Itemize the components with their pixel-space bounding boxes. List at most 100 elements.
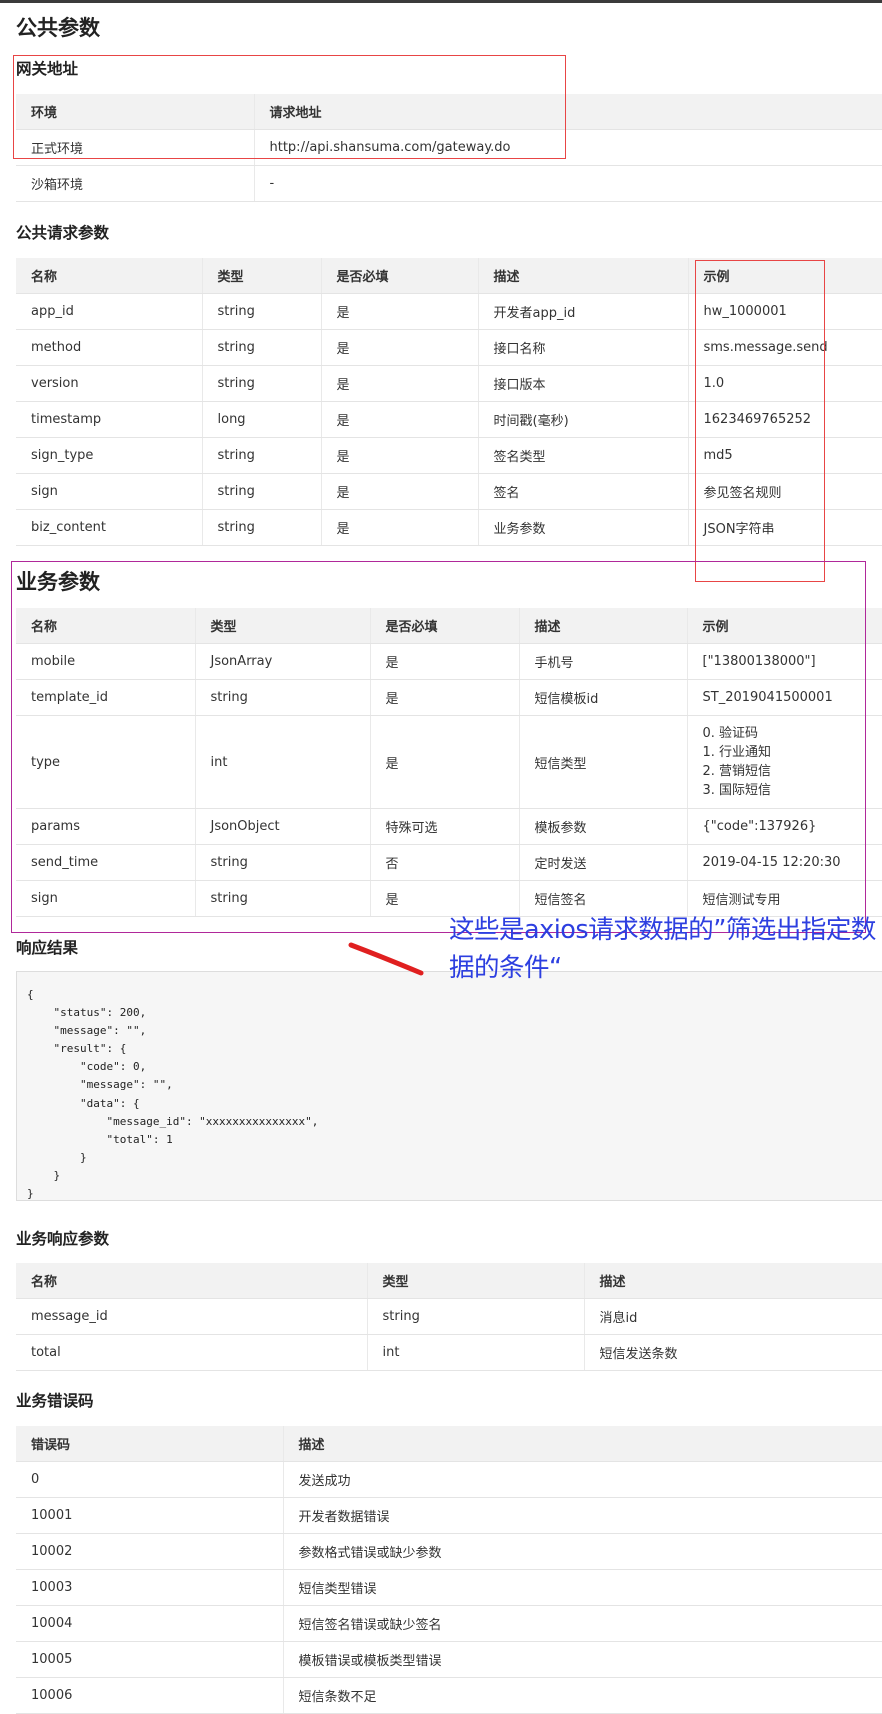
table-header-row: 错误码 描述 [16,1426,882,1462]
code-cell: 10003 [16,1570,283,1606]
biz-response-title: 业务响应参数 [16,1227,109,1249]
table-row: versionstring是接口版本1.0 [16,366,882,402]
name-cell: app_id [16,294,202,330]
table-row: timestamplong是时间戳(毫秒)1623469765252 [16,402,882,438]
col-header: 类型 [195,608,370,644]
type-cell: JsonObject [195,809,370,845]
response-title: 响应结果 [16,936,78,958]
col-header: 类型 [202,258,321,294]
table-row: signstring是签名参见签名规则 [16,474,882,510]
required-cell: 是 [370,680,519,716]
public-request-title: 公共请求参数 [16,221,109,243]
desc-cell: 时间戳(毫秒) [478,402,688,438]
col-header: 是否必填 [321,258,478,294]
name-cell: sign [16,881,195,917]
col-header: 示例 [688,258,882,294]
table-header-row: 名称 类型 是否必填 描述 示例 [16,608,882,644]
table-row: 10002参数格式错误或缺少参数 [16,1534,882,1570]
table-row: biz_contentstring是业务参数JSON字符串 [16,510,882,546]
code-cell: 10005 [16,1642,283,1678]
type-cell: string [195,845,370,881]
col-header: 名称 [16,1263,367,1299]
desc-cell: 模板参数 [519,809,687,845]
required-cell: 是 [321,474,478,510]
table-row: template_idstring是短信模板idST_2019041500001 [16,680,882,716]
code-cell: 10006 [16,1678,283,1714]
name-cell: method [16,330,202,366]
type-cell: string [202,438,321,474]
name-cell: biz_content [16,510,202,546]
table-row: app_idstring是开发者app_idhw_1000001 [16,294,882,330]
example-cell: 1623469765252 [688,402,882,438]
desc-cell: 签名类型 [478,438,688,474]
required-cell: 是 [370,644,519,680]
name-cell: send_time [16,845,195,881]
type-cell: string [195,680,370,716]
public-request-table: 名称 类型 是否必填 描述 示例 app_idstring是开发者app_idh… [16,258,882,546]
desc-cell: 短信类型 [519,716,687,809]
type-cell: string [202,294,321,330]
example-line: 2. 营销短信 [703,762,882,781]
type-cell: string [202,474,321,510]
example-cell: JSON字符串 [688,510,882,546]
table-row: 0发送成功 [16,1462,882,1498]
required-cell: 否 [370,845,519,881]
table-row: mobileJsonArray是手机号["13800138000"] [16,644,882,680]
desc-cell: 短信类型错误 [283,1570,882,1606]
desc-cell: 接口版本 [478,366,688,402]
example-cell: 1.0 [688,366,882,402]
desc-cell: 短信条数不足 [283,1678,882,1714]
env-cell: 沙箱环境 [16,166,254,202]
name-cell: message_id [16,1299,367,1335]
public-params-title: 公共参数 [16,12,100,42]
name-cell: template_id [16,680,195,716]
top-bar [0,0,882,3]
name-cell: sign [16,474,202,510]
name-cell: version [16,366,202,402]
example-line: 3. 国际短信 [703,781,882,800]
table-row: 沙箱环境 - [16,166,882,202]
type-cell: JsonArray [195,644,370,680]
desc-cell: 短信签名错误或缺少签名 [283,1606,882,1642]
annotation-note: 这些是axios请求数据的”筛选出指定数据的条件“ [449,911,882,987]
env-cell: 正式环境 [16,130,254,166]
required-cell: 是 [321,510,478,546]
required-cell: 是 [370,716,519,809]
table-row: type int 是 短信类型 0. 验证码 1. 行业通知 2. 营销短信 3… [16,716,882,809]
desc-cell: 业务参数 [478,510,688,546]
desc-cell: 定时发送 [519,845,687,881]
table-row: totalint短信发送条数 [16,1335,882,1371]
url-cell: - [254,166,882,202]
desc-cell: 消息id [584,1299,882,1335]
table-row: 10005模板错误或模板类型错误 [16,1642,882,1678]
name-cell: sign_type [16,438,202,474]
biz-errors-title: 业务错误码 [16,1389,94,1411]
col-header: 环境 [16,94,254,130]
table-row: 10003短信类型错误 [16,1570,882,1606]
desc-cell: 短信发送条数 [584,1335,882,1371]
name-cell: type [16,716,195,809]
url-cell: http://api.shansuma.com/gateway.do [254,130,882,166]
desc-cell: 手机号 [519,644,687,680]
col-header: 描述 [478,258,688,294]
desc-cell: 短信模板id [519,680,687,716]
required-cell: 是 [321,366,478,402]
type-cell: string [367,1299,584,1335]
col-header: 示例 [687,608,882,644]
desc-cell: 开发者数据错误 [283,1498,882,1534]
table-row: message_idstring消息id [16,1299,882,1335]
code-cell: 10002 [16,1534,283,1570]
example-cell: ["13800138000"] [687,644,882,680]
code-cell: 10004 [16,1606,283,1642]
gateway-table: 环境 请求地址 正式环境 http://api.shansuma.com/gat… [16,94,882,202]
example-cell: ST_2019041500001 [687,680,882,716]
required-cell: 是 [321,330,478,366]
required-cell: 是 [321,402,478,438]
table-header-row: 名称 类型 描述 [16,1263,882,1299]
type-cell: string [202,510,321,546]
example-line: 0. 验证码 [703,724,882,743]
example-cell: 2019-04-15 12:20:30 [687,845,882,881]
col-header: 描述 [519,608,687,644]
desc-cell: 接口名称 [478,330,688,366]
example-cell: hw_1000001 [688,294,882,330]
